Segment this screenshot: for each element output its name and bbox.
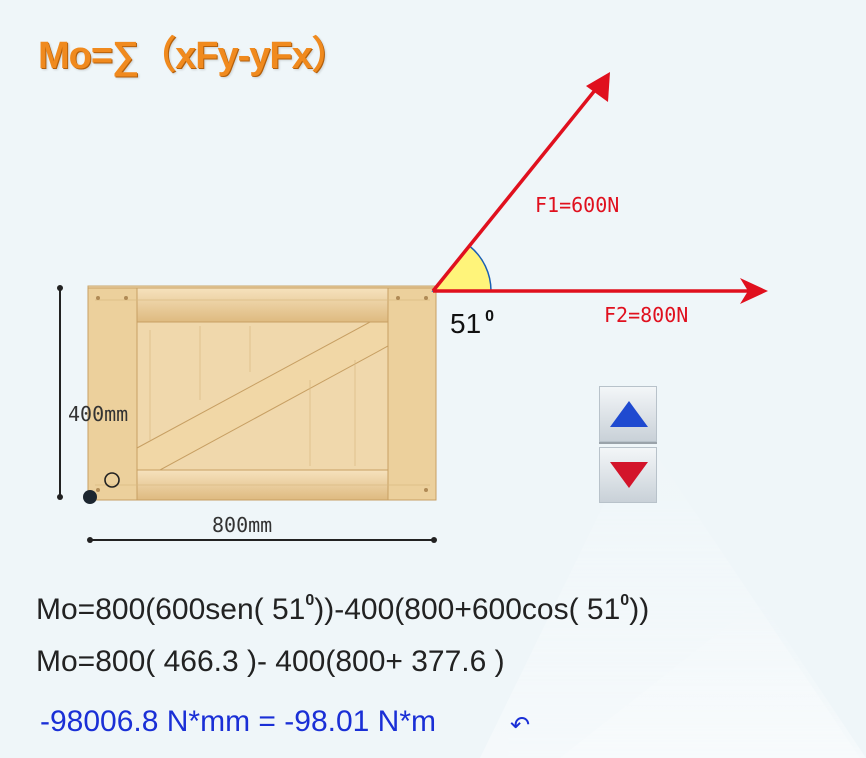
wooden-crate [87,285,437,501]
force-f1-label: F1=600N [535,193,619,217]
moment-formula-title: Mo=∑（xFy-yFx） [38,35,350,77]
angle-label: 51 0 [450,308,494,339]
triangle-down-icon [610,462,648,488]
calc1-part-e: )) [629,593,650,626]
height-dimension [57,285,63,500]
calculation-line-1: Mo=800(600sen( 510))-400(800+600cos( 510… [36,592,649,627]
origin-point [83,490,97,504]
calc1-part-c: ))-400(800+600cos( 51 [314,593,621,626]
height-label: 400mm [68,402,128,426]
triangle-up-icon [610,401,648,427]
button-separator [599,442,657,444]
counterclockwise-arrow-icon: ↶ [510,712,531,739]
angle-exponent: 0 [485,308,494,325]
force-f1-vector [431,72,610,293]
width-dimension [87,537,437,543]
width-label: 800mm [212,513,272,537]
calculation-line-2: Mo=800( 466.3 )- 400(800+ 377.6 ) [36,645,505,678]
calc1-exponent-a: 0 [305,592,315,609]
moment-result: -98006.8 N*mm = -98.01 N*m [40,705,437,738]
increase-angle-button[interactable] [599,386,657,442]
force-f2-label: F2=800N [604,303,688,327]
calc1-part-a: Mo=800(600sen( 51 [36,593,306,626]
decrease-angle-button[interactable] [599,447,657,503]
angle-value: 51 [450,308,481,339]
calc1-exponent-b: 0 [620,592,630,609]
